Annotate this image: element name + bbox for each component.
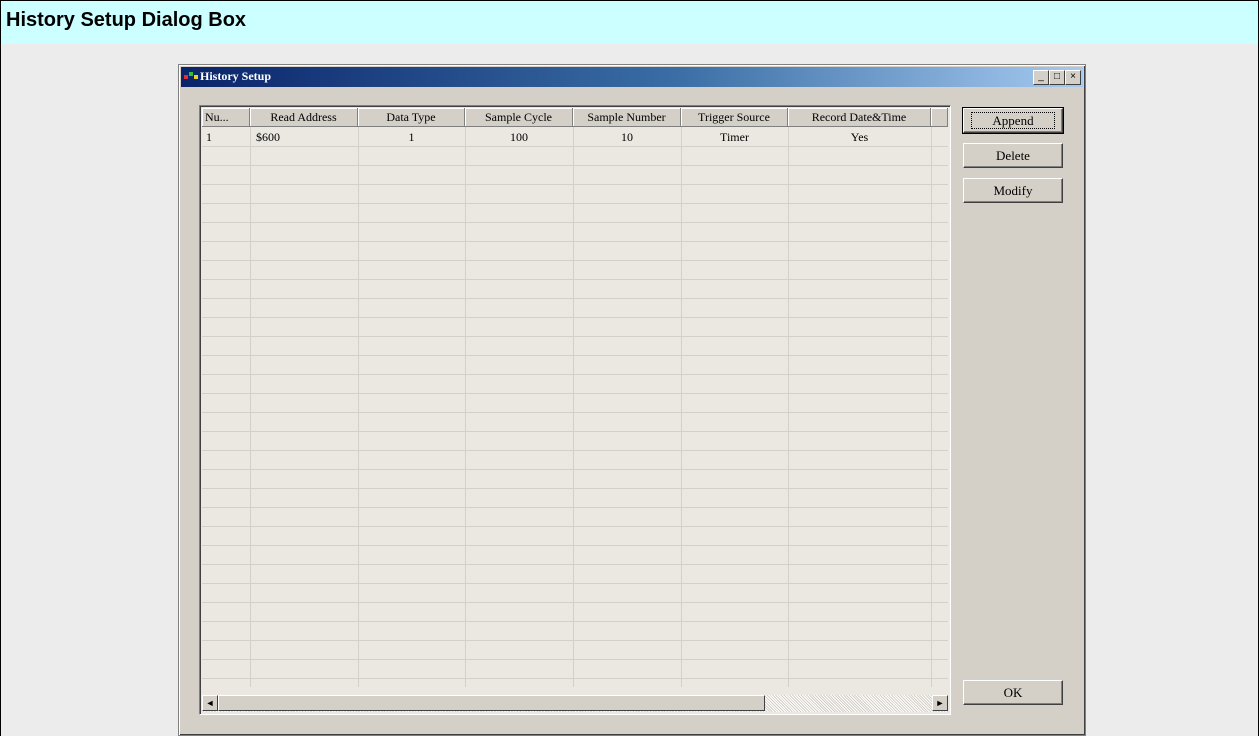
grid-row-line [202,621,948,622]
table-cell-number[interactable]: 1 [206,128,246,146]
grid-column-line [788,127,789,687]
append-button-label: Append [971,112,1055,129]
grid-row-line [202,260,948,261]
page-title: History Setup Dialog Box [6,9,247,31]
grid-row-line [202,488,948,489]
grid-column-line [931,127,932,687]
grid-row-line [202,165,948,166]
grid-row-line [202,583,948,584]
column-header-extra[interactable] [931,108,948,127]
history-setup-dialog: History Setup _ □ × Nu... Read Address D… [178,64,1086,736]
grid-row-line [202,507,948,508]
modify-button[interactable]: Modify [963,178,1063,203]
grid-row-line [202,146,948,147]
table-cell-record-date-time[interactable]: Yes [788,128,931,146]
column-header-data-type[interactable]: Data Type [358,108,465,127]
table-cell-data-type[interactable]: 1 [358,128,465,146]
grid-row-line [202,526,948,527]
close-button[interactable]: × [1065,70,1081,85]
horizontal-scrollbar[interactable]: ◄ ► [202,695,948,712]
grid-row-line [202,393,948,394]
minimize-button[interactable]: _ [1033,70,1049,85]
column-header-record-date-time[interactable]: Record Date&Time [788,108,931,127]
grid-column-line [681,127,682,687]
grid-row-line [202,355,948,356]
grid-row-line [202,545,948,546]
dialog-title: History Setup [200,69,272,83]
column-header-sample-number[interactable]: Sample Number [573,108,681,127]
grid-row-line [202,469,948,470]
column-header-number[interactable]: Nu... [202,108,250,127]
scroll-thumb[interactable] [218,695,765,711]
table-cell-read-address[interactable]: $600 [256,128,356,146]
grid-column-line [573,127,574,687]
delete-button[interactable]: Delete [963,143,1063,168]
grid-row-line [202,450,948,451]
column-header-sample-cycle[interactable]: Sample Cycle [465,108,573,127]
grid-row-line [202,640,948,641]
app-icon [184,72,198,82]
grid-row-line [202,184,948,185]
grid-row-line [202,374,948,375]
grid-row-line [202,412,948,413]
scroll-right-arrow-icon[interactable]: ► [932,695,948,711]
grid-row-line [202,241,948,242]
maximize-button[interactable]: □ [1049,70,1065,85]
table-cell-sample-cycle[interactable]: 100 [465,128,573,146]
history-table[interactable]: Nu... Read Address Data Type Sample Cycl… [199,105,951,715]
append-button[interactable]: Append [962,107,1064,134]
table-cell-trigger-source[interactable]: Timer [681,128,788,146]
grid-row-line [202,659,948,660]
column-header-read-address[interactable]: Read Address [250,108,358,127]
grid-row-line [202,678,948,679]
grid-row-line [202,336,948,337]
grid-row-line [202,431,948,432]
grid-column-line [358,127,359,687]
grid-row-line [202,317,948,318]
grid-row-line [202,298,948,299]
grid-column-line [465,127,466,687]
dialog-titlebar[interactable]: History Setup _ □ × [181,67,1083,87]
grid-row-line [202,279,948,280]
column-header-trigger-source[interactable]: Trigger Source [681,108,788,127]
grid-column-line [250,127,251,687]
grid-row-line [202,564,948,565]
scroll-left-arrow-icon[interactable]: ◄ [202,695,218,711]
ok-button[interactable]: OK [963,680,1063,705]
grid-row-line [202,203,948,204]
grid-row-line [202,222,948,223]
page-header: History Setup Dialog Box [0,0,1259,46]
table-cell-sample-number[interactable]: 10 [573,128,681,146]
grid-row-line [202,602,948,603]
